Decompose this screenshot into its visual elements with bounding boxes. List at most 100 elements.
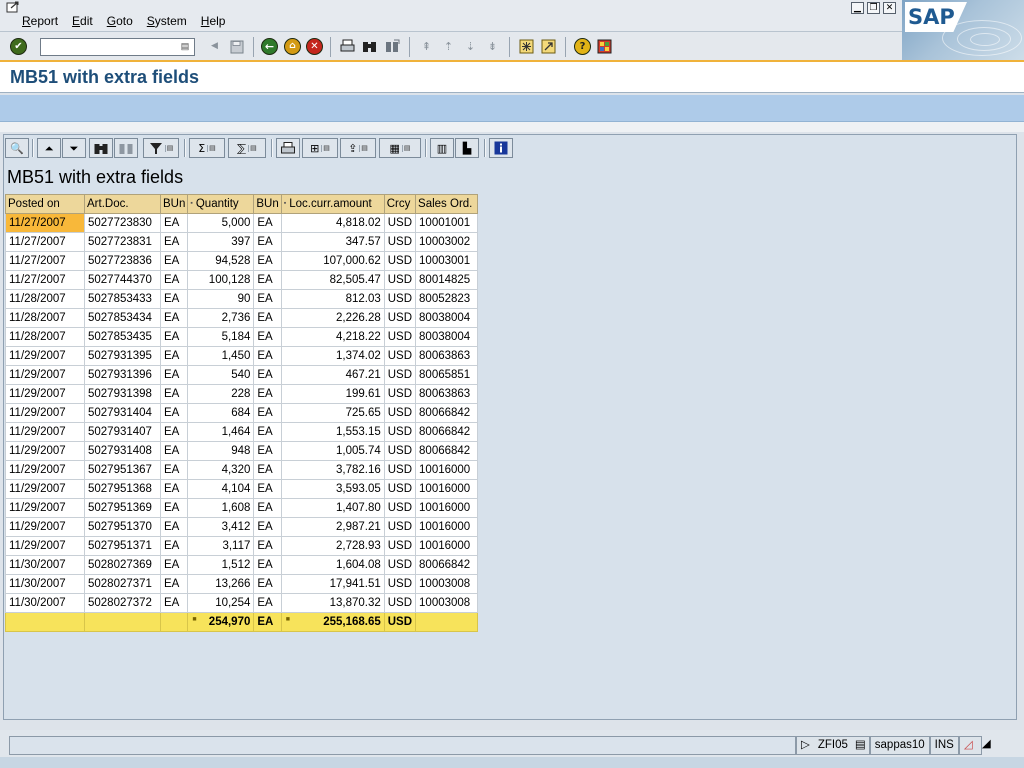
menu-system[interactable]: System bbox=[147, 14, 187, 28]
create-shortcut-icon[interactable] bbox=[540, 38, 557, 55]
column-header[interactable]: Posted on bbox=[5, 194, 85, 214]
table-cell[interactable]: USD bbox=[383, 346, 417, 366]
table-cell[interactable]: 11/29/2007 bbox=[5, 403, 85, 423]
table-cell[interactable]: EA bbox=[159, 460, 189, 480]
table-cell[interactable]: 82,505.47 bbox=[280, 270, 385, 290]
table-cell[interactable]: 2,987.21 bbox=[280, 517, 385, 537]
total-icon[interactable]: Σ ▤ bbox=[189, 138, 225, 158]
table-cell[interactable]: 1,005.74 bbox=[280, 441, 385, 461]
table-cell[interactable]: 812.03 bbox=[280, 289, 385, 309]
table-cell[interactable]: EA bbox=[253, 517, 282, 537]
table-cell[interactable]: 80063863 bbox=[415, 384, 479, 404]
table-cell[interactable]: 11/29/2007 bbox=[5, 422, 85, 442]
table-cell[interactable]: 11/29/2007 bbox=[5, 441, 85, 461]
command-field[interactable] bbox=[40, 38, 195, 56]
table-cell[interactable]: 1,374.02 bbox=[280, 346, 385, 366]
table-cell[interactable]: 1,512 bbox=[187, 555, 255, 575]
table-cell[interactable]: 5027723831 bbox=[84, 232, 161, 252]
table-cell[interactable]: 10003008 bbox=[415, 574, 479, 594]
table-cell[interactable]: USD bbox=[383, 574, 417, 594]
table-cell[interactable]: 948 bbox=[187, 441, 255, 461]
table-cell[interactable]: 10001001 bbox=[415, 213, 479, 233]
table-cell[interactable]: EA bbox=[253, 308, 282, 328]
table-row[interactable]: 11/29/2007 5027951368 EA 4,104 EA 3,593.05 USD… bbox=[5, 479, 479, 499]
layout-icon[interactable]: ▦ ▤ bbox=[379, 138, 421, 158]
table-cell[interactable]: 100,128 bbox=[187, 270, 255, 290]
table-cell[interactable]: 5027931408 bbox=[84, 441, 161, 461]
column-header[interactable]: ▪ Quantity bbox=[187, 194, 255, 214]
table-cell[interactable]: 5028027372 bbox=[84, 593, 161, 613]
help-icon[interactable]: ? bbox=[574, 38, 591, 55]
last-page-icon[interactable]: ⇟ bbox=[484, 38, 501, 55]
column-header[interactable]: ▪ Loc.curr.amount bbox=[280, 194, 385, 214]
table-cell[interactable]: 10016000 bbox=[415, 460, 479, 480]
table-cell[interactable]: 80066842 bbox=[415, 403, 479, 423]
table-cell[interactable]: EA bbox=[253, 270, 282, 290]
table-cell[interactable]: 2,736 bbox=[187, 308, 255, 328]
table-cell[interactable]: 5,000 bbox=[187, 213, 255, 233]
status-mode[interactable]: INS bbox=[929, 736, 959, 755]
table-cell[interactable]: EA bbox=[253, 384, 282, 404]
status-expand-icon[interactable]: ▷ bbox=[796, 736, 814, 755]
column-header[interactable]: Sales Ord. bbox=[415, 194, 479, 214]
table-cell[interactable]: 5027931407 bbox=[84, 422, 161, 442]
table-cell[interactable]: USD bbox=[383, 308, 417, 328]
table-cell[interactable]: 10016000 bbox=[415, 536, 479, 556]
table-cell[interactable]: 80066842 bbox=[415, 422, 479, 442]
table-row[interactable]: 11/29/2007 5027931395 EA 1,450 EA 1,374.02 USD… bbox=[5, 346, 479, 366]
table-row[interactable]: 11/30/2007 5028027371 EA 13,266 EA 17,941.51 U… bbox=[5, 574, 479, 594]
table-row[interactable]: 11/29/2007 5027931407 EA 1,464 EA 1,553.15 USD… bbox=[5, 422, 479, 442]
table-cell[interactable]: 13,870.32 bbox=[280, 593, 385, 613]
table-cell[interactable]: 5027931395 bbox=[84, 346, 161, 366]
table-cell[interactable]: 10,254 bbox=[187, 593, 255, 613]
next-page-icon[interactable]: ⇣ bbox=[462, 38, 479, 55]
table-cell[interactable]: USD bbox=[383, 289, 417, 309]
table-cell[interactable]: 80063863 bbox=[415, 346, 479, 366]
restore-icon[interactable]: ❐ bbox=[867, 2, 880, 14]
table-cell[interactable]: EA bbox=[159, 365, 189, 385]
table-cell[interactable]: 5027723836 bbox=[84, 251, 161, 271]
table-cell[interactable]: EA bbox=[253, 289, 282, 309]
table-cell[interactable]: 11/29/2007 bbox=[5, 479, 85, 499]
table-cell[interactable]: EA bbox=[253, 213, 282, 233]
table-cell[interactable]: EA bbox=[159, 593, 189, 613]
table-cell[interactable]: 11/28/2007 bbox=[5, 308, 85, 328]
table-cell[interactable]: 80065851 bbox=[415, 365, 479, 385]
window-menu-icon[interactable] bbox=[6, 1, 20, 13]
table-cell[interactable]: 94,528 bbox=[187, 251, 255, 271]
table-cell[interactable]: USD bbox=[383, 384, 417, 404]
table-cell[interactable]: 5028027369 bbox=[84, 555, 161, 575]
menu-goto[interactable]: Goto bbox=[107, 14, 133, 28]
table-cell[interactable]: EA bbox=[253, 536, 282, 556]
table-row[interactable]: 11/27/2007 5027723830 EA 5,000 EA 4,818.02 USD… bbox=[5, 213, 479, 233]
table-cell[interactable]: USD bbox=[383, 517, 417, 537]
table-cell[interactable]: 11/29/2007 bbox=[5, 384, 85, 404]
table-cell[interactable]: 10003008 bbox=[415, 593, 479, 613]
table-cell[interactable]: 10016000 bbox=[415, 498, 479, 518]
table-cell[interactable]: USD bbox=[383, 403, 417, 423]
select-layout-icon[interactable]: ▙ bbox=[455, 138, 479, 158]
minimize-icon[interactable]: ▁ bbox=[851, 2, 864, 14]
table-cell[interactable]: 11/30/2007 bbox=[5, 574, 85, 594]
export-icon[interactable]: ⇪ ▤ bbox=[340, 138, 376, 158]
column-header[interactable]: Crcy bbox=[383, 194, 417, 214]
create-session-icon[interactable] bbox=[518, 38, 535, 55]
table-cell[interactable]: 3,782.16 bbox=[280, 460, 385, 480]
table-cell[interactable]: 1,608 bbox=[187, 498, 255, 518]
table-row[interactable]: 11/29/2007 5027931408 EA 948 EA 1,005.74 USD 80… bbox=[5, 441, 479, 461]
sort-descending-icon[interactable]: ⏷ bbox=[62, 138, 86, 158]
table-cell[interactable]: EA bbox=[159, 327, 189, 347]
table-cell[interactable]: EA bbox=[159, 289, 189, 309]
table-cell[interactable]: EA bbox=[159, 517, 189, 537]
table-cell[interactable]: 90 bbox=[187, 289, 255, 309]
sort-ascending-icon[interactable]: ⏶ bbox=[37, 138, 61, 158]
table-cell[interactable]: 11/27/2007 bbox=[5, 251, 85, 271]
table-cell[interactable]: 228 bbox=[187, 384, 255, 404]
table-cell[interactable]: EA bbox=[253, 593, 282, 613]
table-cell[interactable]: EA bbox=[159, 555, 189, 575]
table-cell[interactable]: EA bbox=[159, 384, 189, 404]
table-cell[interactable]: USD bbox=[383, 593, 417, 613]
table-row[interactable]: 11/29/2007 5027931396 EA 540 EA 467.21 USD 8006… bbox=[5, 365, 479, 385]
subtotal-icon[interactable]: ⅀ ▤ bbox=[228, 138, 266, 158]
table-cell[interactable]: 10003002 bbox=[415, 232, 479, 252]
